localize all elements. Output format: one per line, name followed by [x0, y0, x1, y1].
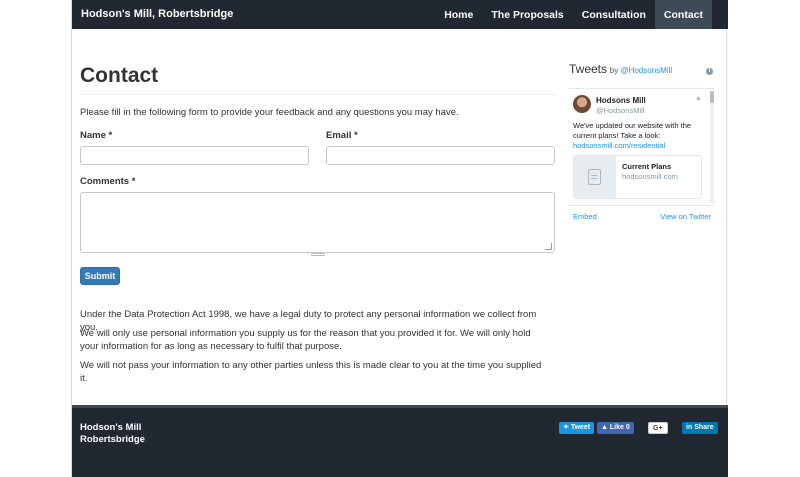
facebook-like-button[interactable]: ▲ Like 0: [597, 422, 634, 434]
google-plus-button[interactable]: G+: [648, 422, 668, 434]
view-on-twitter-link[interactable]: View on Twitter: [660, 212, 711, 221]
timeline-scrollbar[interactable]: [710, 91, 714, 203]
submit-button[interactable]: Submit: [80, 267, 120, 285]
resize-handle[interactable]: [545, 243, 552, 250]
tweet-link[interactable]: hodsonsmill.com/residential: [573, 141, 665, 150]
name-input[interactable]: [80, 146, 309, 165]
tweets-title: Tweets: [569, 62, 608, 76]
tweet-text: We've updated our website with the curre…: [573, 121, 692, 140]
linkedin-share-button[interactable]: in Share: [682, 422, 718, 434]
card-image: [574, 156, 616, 198]
page-frame: Hodson's Mill, Robertsbridge Home The Pr…: [71, 0, 728, 477]
twitter-widget: Tweets by @HodsonsMill i Hodsons Mill @H…: [569, 62, 719, 222]
main-content: Contact Please fill in the following for…: [80, 29, 555, 384]
info-icon[interactable]: i: [706, 68, 713, 75]
tweet-timeline: Hodsons Mill @HodsonsMill ● We've update…: [569, 88, 714, 206]
footer-line-2: Robertsbridge: [80, 434, 145, 445]
comments-label: Comments *: [80, 176, 136, 187]
tweet-author-handle[interactable]: @HodsonsMill: [596, 106, 644, 115]
page-title: Contact: [80, 64, 555, 95]
name-label: Name *: [80, 130, 113, 141]
tweet-card[interactable]: Current Plans hodsonsmill.com: [573, 155, 702, 199]
nav-the-proposals[interactable]: The Proposals: [482, 0, 572, 29]
nav-home[interactable]: Home: [435, 0, 482, 29]
usage-text: We will only use personal information yo…: [80, 328, 531, 352]
tweet-author-name[interactable]: Hodsons Mill: [596, 96, 646, 105]
email-label: Email *: [326, 130, 358, 141]
intro-text: Please fill in the following form to pro…: [80, 107, 459, 118]
tweet-button[interactable]: ✦ Tweet: [559, 422, 595, 434]
nav-consultation[interactable]: Consultation: [573, 0, 655, 29]
twitter-bird-icon[interactable]: ●: [696, 95, 704, 103]
document-icon: [588, 169, 601, 185]
card-title: Current Plans: [622, 162, 672, 171]
avatar[interactable]: [573, 95, 591, 113]
embed-link[interactable]: Embed: [573, 212, 597, 221]
email-input[interactable]: [326, 146, 555, 165]
footer: Hodson's Mill Robertsbridge ✦ Tweet ▲ Li…: [72, 405, 728, 477]
comments-textarea[interactable]: [80, 192, 555, 256]
brand-link[interactable]: Hodson's Mill, Robertsbridge: [81, 8, 233, 20]
navbar: Hodson's Mill, Robertsbridge Home The Pr…: [72, 0, 728, 29]
card-url: hodsonsmill.com: [622, 172, 678, 181]
footer-address: Hodson's Mill Robertsbridge: [80, 422, 145, 446]
tweets-handle-link[interactable]: @HodsonsMill: [620, 66, 672, 75]
nav-contact[interactable]: Contact: [654, 0, 712, 29]
resize-grip-icon: [311, 253, 325, 256]
nav-menu: Home The Proposals Consultation Contact: [435, 0, 712, 29]
sharing-text: We will not pass your information to any…: [80, 360, 542, 384]
tweets-by: by @HodsonsMill: [609, 66, 673, 75]
footer-line-1: Hodson's Mill: [80, 422, 142, 433]
